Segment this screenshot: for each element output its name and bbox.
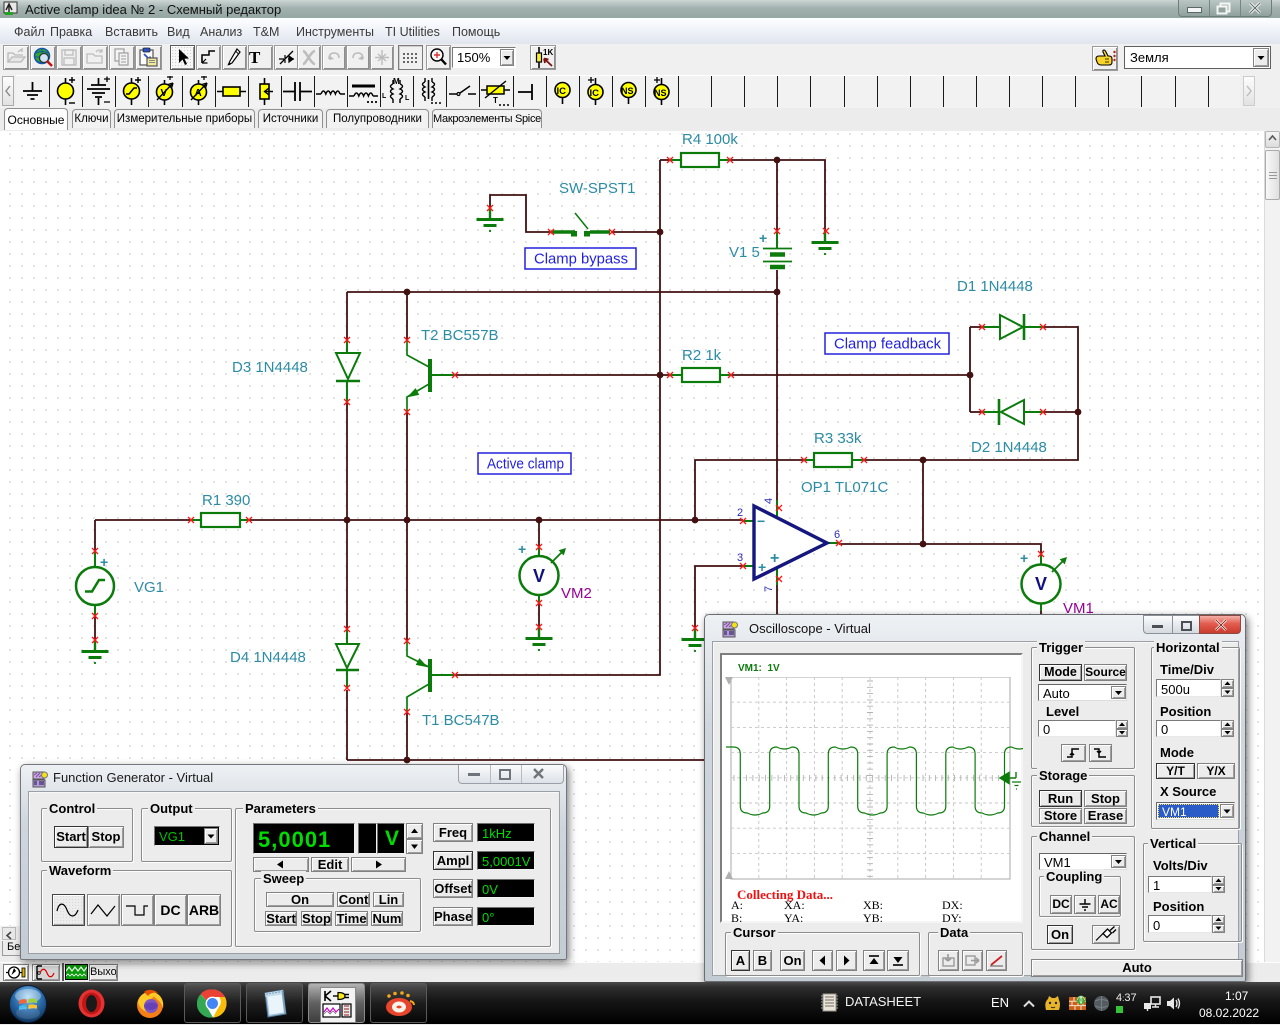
svg-text:Clamp bypass: Clamp bypass	[534, 251, 628, 268]
svg-text:V: V	[533, 566, 545, 586]
svg-text:T: T	[493, 96, 498, 105]
svg-text:M: M	[393, 77, 400, 86]
svg-text:+: +	[1020, 550, 1028, 566]
svg-text:IC: IC	[589, 88, 599, 99]
svg-text:V1 5: V1 5	[729, 244, 760, 261]
svg-text:VM2: VM2	[561, 585, 592, 602]
svg-text:T2 BC557B: T2 BC557B	[421, 327, 499, 344]
svg-text:+: +	[100, 554, 108, 570]
svg-text:NS: NS	[654, 88, 667, 98]
svg-text:4: 4	[763, 498, 775, 504]
svg-text:D2 1N4448: D2 1N4448	[971, 439, 1047, 456]
svg-text:+: +	[770, 550, 779, 567]
svg-text:VG1: VG1	[134, 579, 164, 596]
svg-text:IC: IC	[556, 86, 566, 97]
svg-text:6: 6	[834, 529, 840, 541]
svg-text:1K: 1K	[543, 48, 553, 57]
svg-text:SW-SPST1: SW-SPST1	[559, 180, 635, 197]
svg-text:D4 1N4448: D4 1N4448	[230, 649, 306, 666]
svg-text:L: L	[382, 93, 387, 100]
svg-text:+: +	[758, 559, 766, 575]
svg-text:R3 33k: R3 33k	[814, 430, 862, 447]
svg-text:D3 1N4448: D3 1N4448	[232, 359, 308, 376]
svg-text:L: L	[405, 95, 410, 102]
svg-text:V: V	[1035, 574, 1047, 594]
svg-text:T1 BC547B: T1 BC547B	[422, 712, 500, 729]
svg-text:D1 1N4448: D1 1N4448	[957, 278, 1033, 295]
svg-text:R4 100k: R4 100k	[682, 131, 738, 148]
svg-text:R1 390: R1 390	[202, 492, 250, 509]
svg-text:+: +	[518, 541, 526, 557]
svg-text:−: −	[757, 513, 765, 529]
svg-text:7: 7	[763, 586, 775, 592]
svg-text:Active clamp: Active clamp	[487, 456, 564, 473]
svg-text:+: +	[759, 230, 767, 246]
svg-text:3: 3	[737, 552, 743, 564]
svg-text:NS: NS	[621, 86, 634, 96]
svg-text:2: 2	[737, 507, 743, 519]
svg-text:R2 1k: R2 1k	[682, 347, 722, 364]
svg-text:OP1 TL071C: OP1 TL071C	[801, 479, 888, 496]
svg-text:Clamp feadback: Clamp feadback	[834, 336, 941, 353]
